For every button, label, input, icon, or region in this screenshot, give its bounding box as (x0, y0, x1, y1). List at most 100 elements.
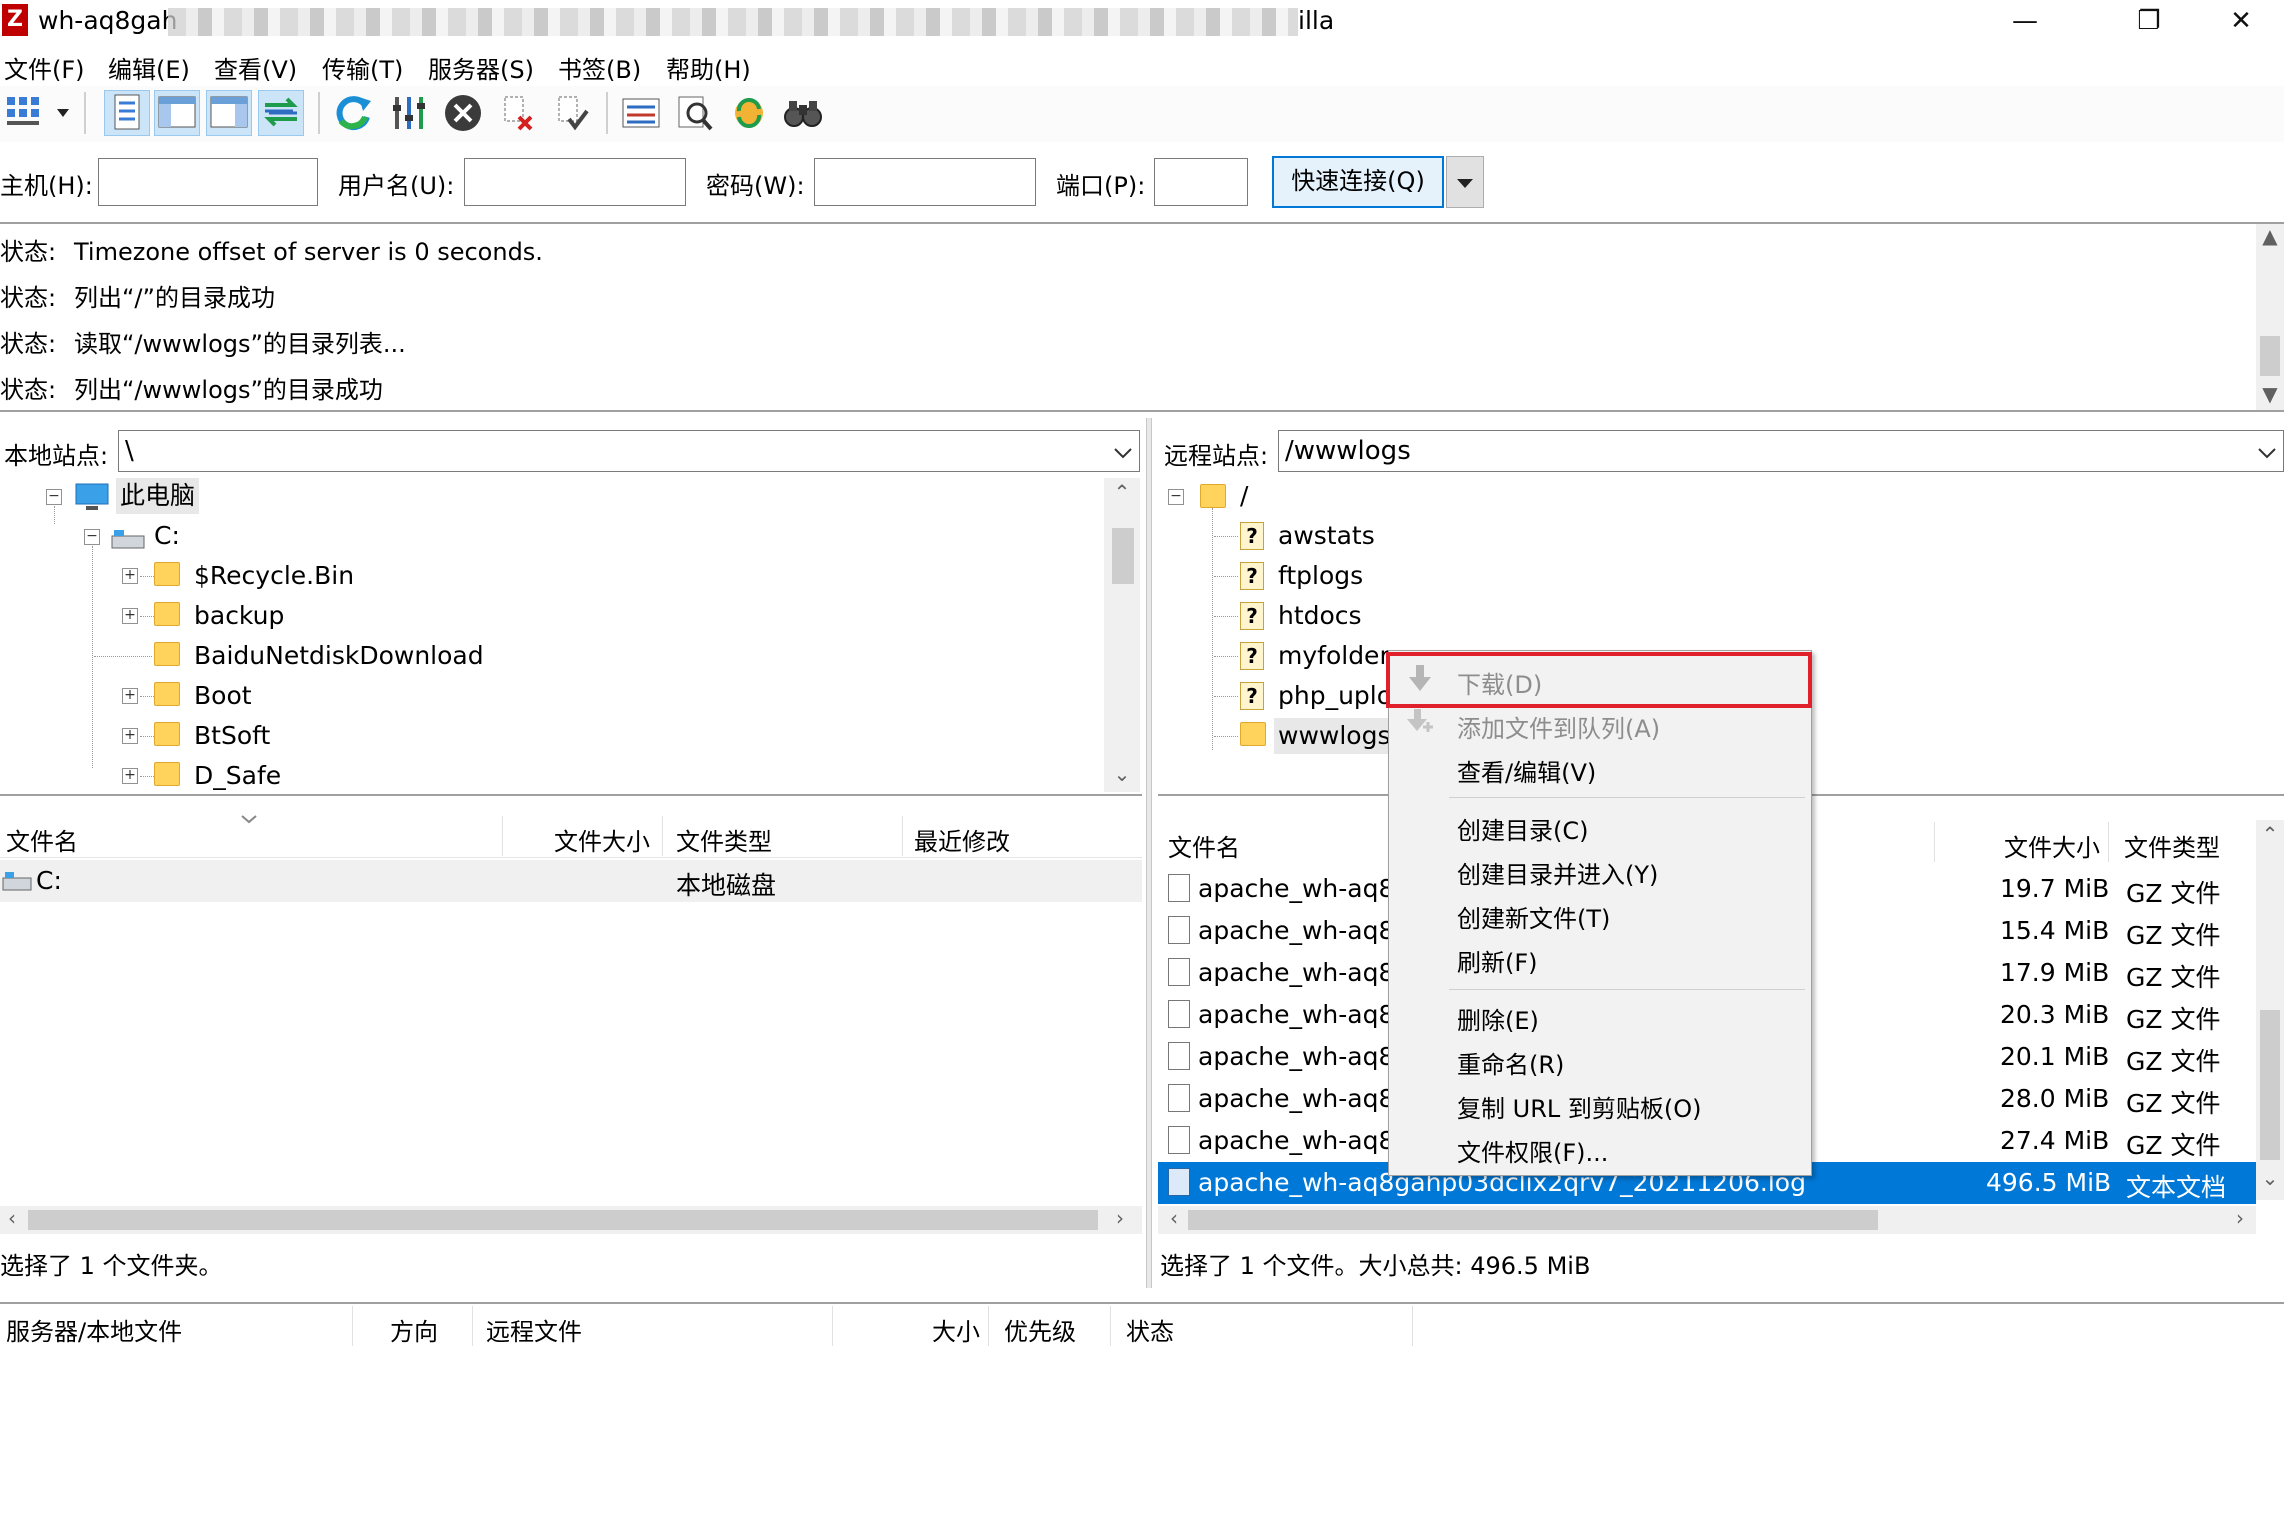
menu-help[interactable]: 帮助(H) (666, 50, 751, 85)
expand-icon[interactable]: + (122, 568, 138, 584)
remote-list-scrollbar[interactable]: ⌃ ⌄ (2256, 820, 2284, 1200)
column-header-direction[interactable]: 方向 (390, 1312, 438, 1347)
expand-icon[interactable]: + (122, 688, 138, 704)
scroll-up-icon[interactable]: ▲ (2258, 224, 2282, 248)
find-files-button[interactable] (780, 90, 826, 136)
toggle-log-button[interactable] (104, 90, 150, 136)
column-header-priority[interactable]: 优先级 (1004, 1312, 1076, 1347)
scroll-left-icon[interactable]: ‹ (0, 1206, 24, 1230)
refresh-button[interactable] (330, 90, 376, 136)
tree-item-root[interactable]: / (1240, 478, 1248, 514)
local-path-input[interactable]: \ (118, 430, 1140, 472)
search-button[interactable] (672, 90, 718, 136)
menu-transfer[interactable]: 传输(T) (322, 50, 403, 85)
tree-item-folder[interactable]: ftplogs (1278, 558, 1363, 594)
scroll-down-icon[interactable]: ⌄ (2258, 1166, 2282, 1190)
chevron-down-icon[interactable] (1113, 439, 1133, 469)
toggle-remote-tree-button[interactable] (206, 90, 252, 136)
scroll-right-icon[interactable]: › (2228, 1206, 2252, 1230)
scroll-right-icon[interactable]: › (1108, 1206, 1132, 1230)
column-separator[interactable] (502, 816, 503, 856)
column-separator[interactable] (1934, 822, 1935, 862)
menu-bookmarks[interactable]: 书签(B) (558, 50, 641, 85)
expand-icon[interactable]: + (122, 728, 138, 744)
tree-item-folder[interactable]: BtSoft (194, 718, 270, 754)
tree-item-this-pc[interactable]: 此电脑 (116, 478, 200, 514)
password-input[interactable] (814, 158, 1036, 206)
column-header-filesize[interactable]: 文件大小 (554, 822, 650, 857)
scroll-thumb[interactable] (1188, 1210, 1878, 1230)
column-header-server-local[interactable]: 服务器/本地文件 (6, 1312, 182, 1347)
column-separator[interactable] (352, 1306, 353, 1346)
column-separator[interactable] (1412, 1306, 1413, 1346)
menu-item-copy-url[interactable]: 复制 URL 到剪贴板(O) (1457, 1089, 1702, 1124)
tree-item-folder[interactable]: D_Safe (194, 758, 281, 794)
tree-item-folder[interactable]: BaiduNetdiskDownload (194, 638, 484, 674)
tree-item-folder[interactable]: php_uplo (1278, 678, 1392, 714)
quickconnect-history-dropdown[interactable] (1446, 156, 1484, 208)
column-header-remote-file[interactable]: 远程文件 (486, 1312, 582, 1347)
toggle-local-tree-button[interactable] (154, 90, 200, 136)
site-manager-button[interactable] (2, 90, 74, 136)
tree-item-drive-c[interactable]: C: (154, 518, 180, 554)
column-header-filename[interactable]: 文件名 (6, 822, 78, 857)
compare-button[interactable] (726, 90, 772, 136)
remote-path-input[interactable]: /wwwlogs (1278, 430, 2284, 472)
expand-icon[interactable]: + (122, 608, 138, 624)
column-separator[interactable] (472, 1306, 473, 1346)
menu-item-refresh[interactable]: 刷新(F) (1457, 943, 1538, 978)
menu-item-create-dir[interactable]: 创建目录(C) (1457, 811, 1588, 846)
menu-item-rename[interactable]: 重命名(R) (1457, 1045, 1564, 1080)
menu-item-view-edit[interactable]: 查看/编辑(V) (1457, 753, 1596, 788)
chevron-down-icon[interactable] (2257, 439, 2277, 469)
column-separator[interactable] (832, 1306, 833, 1346)
cancel-button[interactable] (440, 90, 486, 136)
scroll-up-icon[interactable]: ⌃ (1110, 480, 1134, 504)
menu-item-add-to-queue[interactable]: 添加文件到队列(A) (1457, 709, 1660, 744)
expand-icon[interactable]: + (122, 768, 138, 784)
tree-item-folder-selected[interactable]: wwwlogs (1274, 718, 1395, 754)
scroll-thumb[interactable] (28, 1210, 1098, 1230)
column-header-modified[interactable]: 最近修改 (914, 822, 1010, 857)
menu-item-file-permissions[interactable]: 文件权限(F)... (1457, 1133, 1608, 1168)
toggle-queue-button[interactable] (258, 90, 304, 136)
column-header-size[interactable]: 大小 (932, 1312, 980, 1347)
scroll-thumb[interactable] (2260, 1010, 2280, 1160)
scroll-thumb[interactable] (1112, 528, 1134, 584)
directory-filter-button[interactable] (618, 90, 664, 136)
column-separator[interactable] (988, 1306, 989, 1346)
maximize-button[interactable]: ❐ (2104, 0, 2194, 44)
tree-item-folder[interactable]: backup (194, 598, 284, 634)
scroll-down-icon[interactable]: ▼ (2258, 382, 2282, 406)
disconnect-button[interactable] (494, 90, 540, 136)
menu-server[interactable]: 服务器(S) (428, 50, 534, 85)
scroll-left-icon[interactable]: ‹ (1162, 1206, 1186, 1230)
table-row[interactable]: C: 本地磁盘 (0, 860, 1142, 902)
host-input[interactable] (98, 158, 318, 206)
menu-item-delete[interactable]: 删除(E) (1457, 1001, 1539, 1036)
scroll-thumb[interactable] (2260, 336, 2280, 376)
username-input[interactable] (464, 158, 686, 206)
remote-list-hscrollbar[interactable]: ‹ › (1158, 1206, 2256, 1234)
close-button[interactable]: ✕ (2196, 0, 2284, 44)
menu-file[interactable]: 文件(F) (4, 50, 85, 85)
menu-view[interactable]: 查看(V) (214, 50, 297, 85)
menu-item-create-dir-enter[interactable]: 创建目录并进入(Y) (1457, 855, 1658, 890)
log-scrollbar[interactable]: ▲ ▼ (2256, 224, 2284, 410)
collapse-icon[interactable]: − (46, 489, 62, 505)
column-header-filetype[interactable]: 文件类型 (676, 822, 772, 857)
tree-item-folder[interactable]: Boot (194, 678, 252, 714)
tree-item-folder[interactable]: htdocs (1278, 598, 1362, 634)
tree-item-folder[interactable]: $Recycle.Bin (194, 558, 354, 594)
pane-splitter[interactable] (1146, 418, 1152, 1288)
column-header-filesize[interactable]: 文件大小 (2004, 828, 2100, 863)
column-separator[interactable] (1110, 1306, 1111, 1346)
column-separator[interactable] (2108, 822, 2109, 862)
scroll-down-icon[interactable]: ⌄ (1110, 762, 1134, 786)
scroll-up-icon[interactable]: ⌃ (2258, 822, 2282, 846)
reconnect-button[interactable] (548, 90, 594, 136)
port-input[interactable] (1154, 158, 1248, 206)
local-tree-scrollbar[interactable]: ⌃ ⌄ (1104, 478, 1140, 792)
collapse-icon[interactable]: − (1168, 489, 1184, 505)
column-header-filetype[interactable]: 文件类型 (2124, 828, 2220, 863)
